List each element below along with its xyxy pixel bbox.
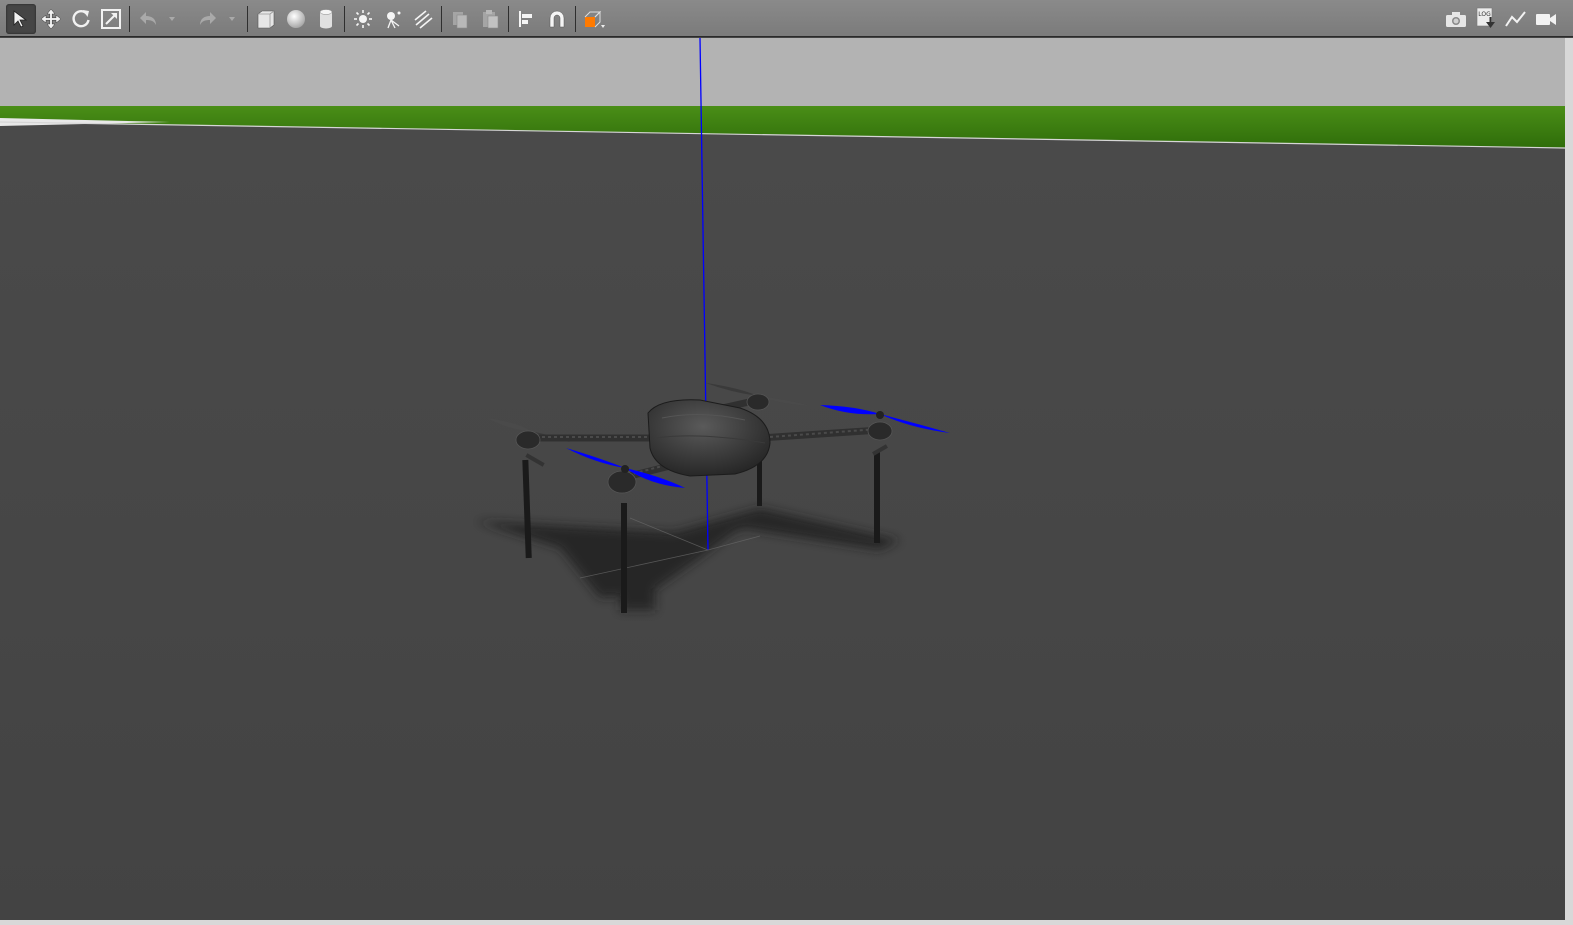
sphere-shape-icon xyxy=(285,8,307,30)
scene-render xyxy=(0,38,1565,920)
paste-button[interactable] xyxy=(475,4,505,34)
insert-box-button[interactable] xyxy=(251,4,281,34)
align-icon xyxy=(516,8,538,30)
main-toolbar: LOG xyxy=(0,0,1573,37)
insert-spot-light-button[interactable] xyxy=(378,4,408,34)
toolbar-separator xyxy=(508,5,509,32)
cylinder-shape-icon xyxy=(315,8,337,30)
sky xyxy=(0,38,1565,108)
spot-light-icon xyxy=(382,8,404,30)
toolbar-separator xyxy=(129,5,130,32)
scale-icon xyxy=(100,8,122,30)
video-record-button[interactable] xyxy=(1531,4,1561,34)
insert-cylinder-button[interactable] xyxy=(311,4,341,34)
plot-line-icon xyxy=(1504,9,1528,29)
window-frame-right xyxy=(1565,38,1573,925)
paste-icon xyxy=(479,8,501,30)
select-mode-button[interactable] xyxy=(6,3,36,34)
undo-button[interactable] xyxy=(133,4,163,34)
3d-viewport[interactable] xyxy=(0,38,1566,920)
redo-button[interactable] xyxy=(193,4,223,34)
window-frame-bottom xyxy=(0,920,1573,925)
align-button[interactable] xyxy=(512,4,542,34)
log-icon-label: LOG xyxy=(1478,11,1491,18)
screenshot-button[interactable] xyxy=(1441,4,1471,34)
translate-arrows-icon xyxy=(40,8,62,30)
snap-button[interactable] xyxy=(542,4,572,34)
undo-icon xyxy=(137,8,159,30)
toolbar-left-group xyxy=(6,0,609,37)
point-light-icon xyxy=(352,8,374,30)
insert-point-light-button[interactable] xyxy=(348,4,378,34)
video-record-icon xyxy=(1534,9,1558,29)
toolbar-separator xyxy=(247,5,248,32)
chevron-down-icon xyxy=(167,14,177,24)
magnet-snap-icon xyxy=(546,8,568,30)
toolbar-right-group: LOG xyxy=(1441,0,1561,37)
rotate-mode-button[interactable] xyxy=(66,4,96,34)
view-angle-button[interactable] xyxy=(579,4,609,34)
insert-sphere-button[interactable] xyxy=(281,4,311,34)
insert-directional-light-button[interactable] xyxy=(408,4,438,34)
directional-light-icon xyxy=(412,8,434,30)
copy-icon xyxy=(449,8,471,30)
toolbar-separator xyxy=(344,5,345,32)
copy-button[interactable] xyxy=(445,4,475,34)
rotate-icon xyxy=(70,8,92,30)
toolbar-separator xyxy=(441,5,442,32)
chevron-down-icon xyxy=(227,14,237,24)
log-button[interactable]: LOG xyxy=(1471,4,1501,34)
select-arrow-icon xyxy=(10,8,32,30)
camera-icon xyxy=(1444,9,1468,29)
translate-mode-button[interactable] xyxy=(36,4,66,34)
scale-mode-button[interactable] xyxy=(96,4,126,34)
box-shape-icon xyxy=(255,8,277,30)
gazebo-window: LOG xyxy=(0,0,1573,925)
view-angle-cube-icon xyxy=(581,8,607,30)
redo-icon xyxy=(197,8,219,30)
plot-button[interactable] xyxy=(1501,4,1531,34)
toolbar-separator xyxy=(575,5,576,32)
log-record-icon: LOG xyxy=(1474,6,1498,32)
undo-history-dropdown[interactable] xyxy=(163,4,181,34)
redo-history-dropdown[interactable] xyxy=(223,4,241,34)
